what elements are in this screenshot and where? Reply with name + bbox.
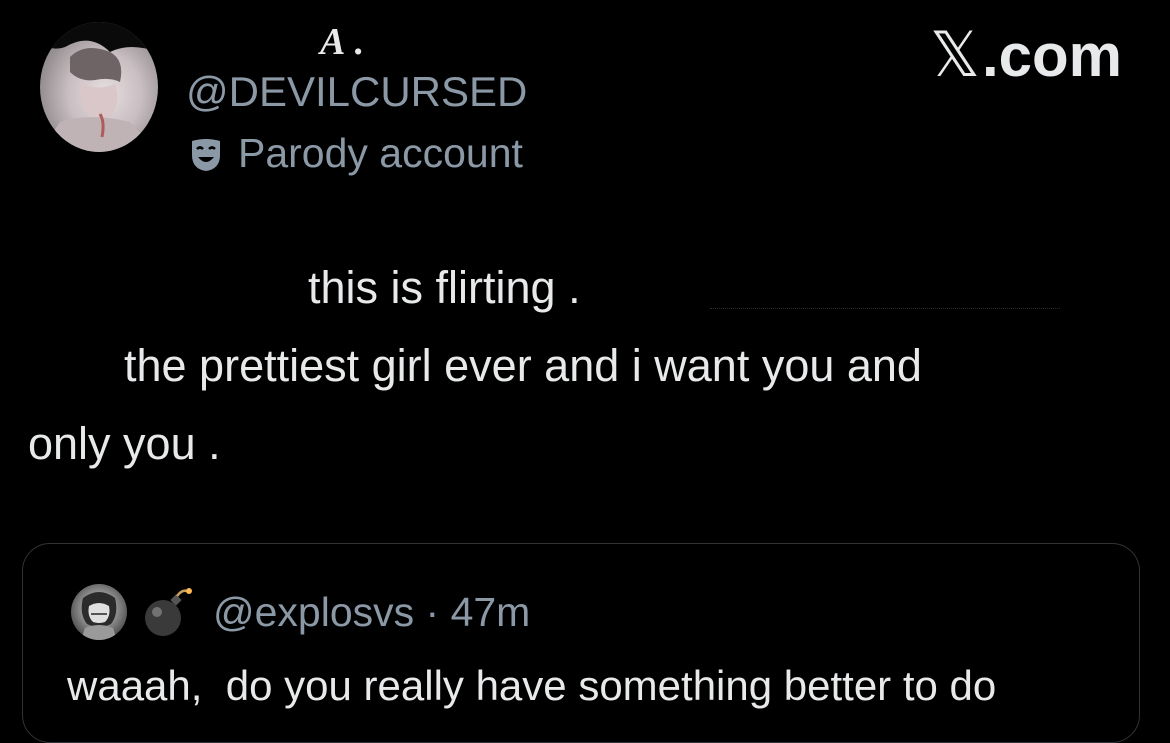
quoted-post-header: @explosvs · 47m [71,584,530,640]
quoted-avatar-photo [81,592,117,640]
author-handle[interactable]: @DEVILCURSED [186,68,527,116]
author-display-name[interactable]: A . [320,20,365,64]
avatar-photo [40,22,158,152]
faint-divider [710,308,1060,310]
x-logo-icon: 𝕏 [930,18,980,91]
quoted-handle-timestamp[interactable]: @explosvs · 47m [213,589,530,636]
post-text-line: only you . [28,418,221,469]
parody-account-label: Parody account [188,130,523,177]
theater-mask-icon [188,136,224,172]
x-watermark: 𝕏 .com [930,18,1122,91]
quoted-post-card[interactable]: @explosvs · 47m waaah, do you really hav… [22,543,1140,743]
watermark-suffix: .com [981,22,1122,89]
post-text-line: the prettiest girl ever and i want you a… [124,340,922,391]
quoted-author-avatar[interactable] [71,584,127,640]
post-text-line: this is flirting . [308,262,581,313]
author-avatar[interactable] [40,22,158,152]
quoted-post-text: waaah, do you really have something bett… [67,662,997,709]
parody-label-text: Parody account [238,130,523,176]
bomb-icon [139,584,195,640]
